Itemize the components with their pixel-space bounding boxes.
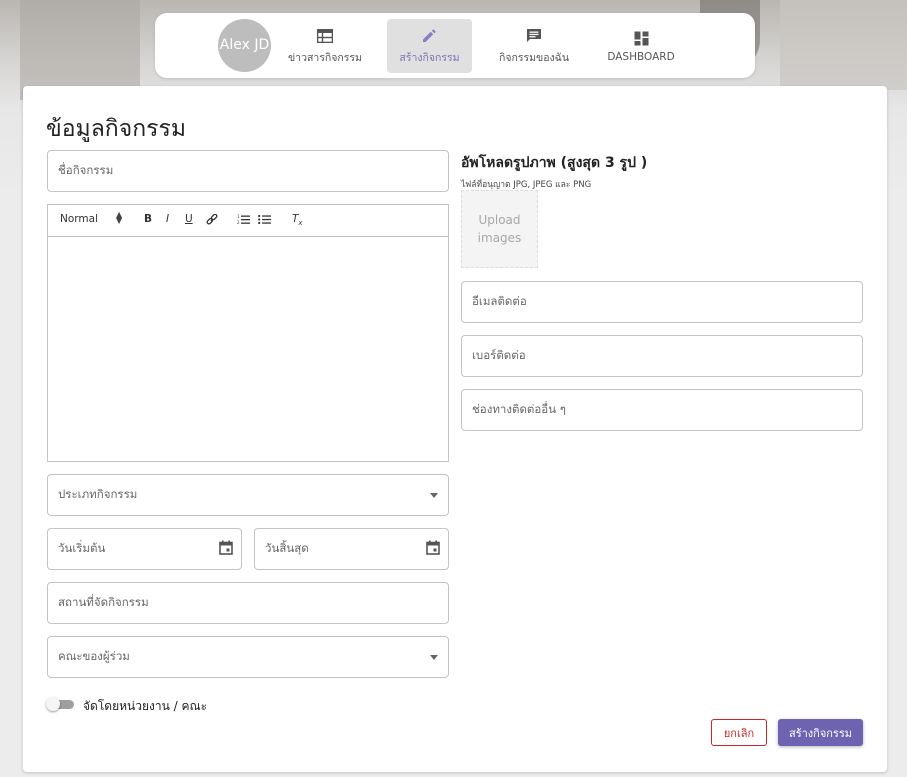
table-icon — [317, 27, 333, 45]
italic-icon[interactable]: I — [166, 213, 169, 225]
chat-icon — [526, 27, 542, 45]
nav-item-label: DASHBOARD — [607, 51, 675, 63]
page-title: ข้อมูลกิจกรรม — [46, 116, 186, 142]
dropdown-caret-icon — [430, 655, 438, 660]
top-navigation: Alex JD ข่าวสารกิจกรรม สร้างกิจกรรม กิจก… — [155, 13, 755, 78]
contact-other-input[interactable]: ช่องทางติดต่ออื่น ๆ — [461, 389, 863, 431]
dropdown-caret-icon — [430, 493, 438, 498]
dashboard-icon — [634, 29, 649, 47]
contact-phone-input[interactable]: เบอร์ติดต่อ — [461, 335, 863, 377]
upload-subtitle: ไฟล์ที่อนุญาต JPG, JPEG และ PNG — [461, 180, 592, 190]
field-label: วันสิ้นสุด — [265, 541, 309, 555]
faculty-select[interactable]: คณะของผู้ร่วม — [47, 636, 449, 678]
nav-item-label: ข่าวสารกิจกรรม — [288, 51, 362, 64]
cancel-button[interactable]: ยกเลิก — [711, 719, 767, 746]
link-icon[interactable] — [206, 213, 218, 229]
nav-item-my-activities[interactable]: กิจกรรมของฉัน — [488, 19, 580, 73]
create-activity-button[interactable]: สร้างกิจกรรม — [778, 719, 863, 746]
field-label: ช่องทางติดต่ออื่น ๆ — [472, 402, 566, 416]
activity-type-select[interactable]: ประเภทกิจกรรม — [47, 474, 449, 516]
ordered-list-icon[interactable]: 12 — [237, 214, 250, 228]
field-label: คณะของผู้ร่วม — [58, 649, 130, 663]
underline-icon[interactable]: U — [185, 213, 193, 225]
field-label: อีเมลติดต่อ — [472, 294, 527, 308]
contact-email-input[interactable]: อีเมลติดต่อ — [461, 281, 863, 323]
editor-toolbar: Normal ▲ ▼ B I U 12 Tx — [48, 205, 448, 237]
start-date-input[interactable]: วันเริ่มต้น — [47, 528, 242, 570]
calendar-icon[interactable] — [426, 540, 440, 558]
toggle-label: จัดโดยหน่วยงาน / คณะ — [83, 699, 208, 713]
upload-title: อัพโหลดรูปภาพ (สูงสุด 3 รูป ) — [461, 155, 648, 171]
nav-item-create-activity[interactable]: สร้างกิจกรรม — [387, 19, 472, 73]
svg-text:2: 2 — [237, 220, 240, 225]
pencil-icon — [422, 27, 437, 45]
rich-text-editor: Normal ▲ ▼ B I U 12 Tx — [47, 204, 449, 462]
activity-name-input[interactable]: ชื่อกิจกรรม — [47, 150, 449, 192]
location-input[interactable]: สถานที่จัดกิจกรรม — [47, 582, 449, 624]
field-label: สถานที่จัดกิจกรรม — [58, 595, 149, 609]
nav-item-activity-news[interactable]: ข่าวสารกิจกรรม — [281, 19, 369, 73]
select-arrows-icon: ▲ ▼ — [116, 210, 123, 225]
format-select[interactable]: Normal ▲ ▼ — [60, 211, 122, 226]
editor-content-area[interactable] — [48, 236, 448, 461]
calendar-icon[interactable] — [219, 540, 233, 558]
avatar[interactable]: Alex JD — [218, 19, 271, 72]
field-label: วันเริ่มต้น — [58, 541, 106, 555]
field-label: เบอร์ติดต่อ — [472, 348, 526, 362]
nav-item-dashboard[interactable]: DASHBOARD — [601, 19, 681, 73]
organized-by-unit-toggle[interactable] — [46, 697, 74, 711]
bullet-list-icon[interactable] — [258, 214, 271, 228]
upload-button-label: Upload images — [477, 213, 522, 245]
clear-format-icon[interactable]: Tx — [292, 213, 303, 227]
end-date-input[interactable]: วันสิ้นสุด — [254, 528, 449, 570]
field-label: ชื่อกิจกรรม — [58, 163, 114, 177]
field-label: ประเภทกิจกรรม — [58, 487, 138, 501]
nav-item-label: สร้างกิจกรรม — [399, 51, 460, 64]
nav-item-label: กิจกรรมของฉัน — [498, 51, 569, 64]
activity-form-card: ข้อมูลกิจกรรม ชื่อกิจกรรม Normal ▲ ▼ B I … — [23, 86, 887, 772]
svg-text:1: 1 — [237, 214, 240, 219]
upload-images-button[interactable]: Upload images — [461, 190, 538, 268]
format-select-value: Normal — [60, 213, 98, 225]
bold-icon[interactable]: B — [144, 213, 152, 225]
